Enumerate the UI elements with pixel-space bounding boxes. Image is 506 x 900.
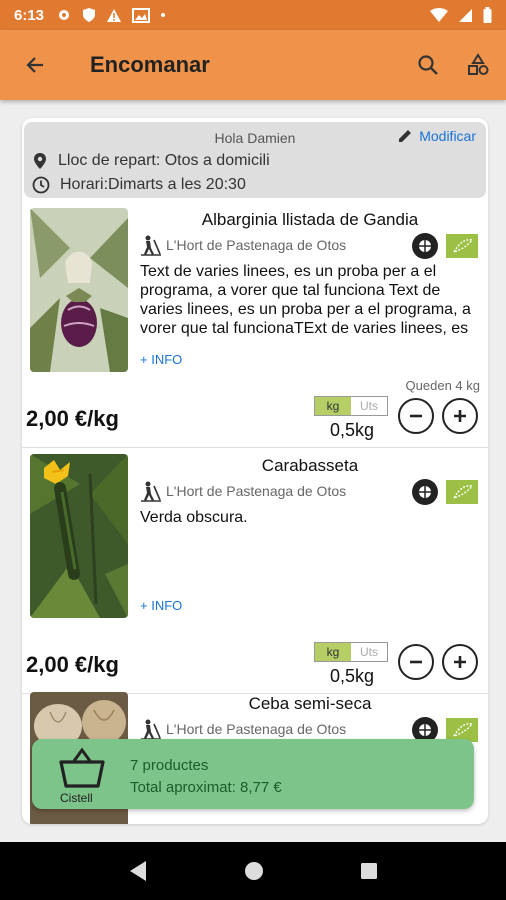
- organic-eu-leaf-icon: [446, 480, 478, 504]
- shield-icon: [83, 8, 96, 22]
- quantity-stepper: [398, 398, 478, 434]
- product-price: 2,00 €/kg: [26, 652, 119, 677]
- decrease-button[interactable]: [398, 398, 434, 434]
- user-info-box: Hola Damien Modificar Lloc de repart: Ot…: [24, 122, 486, 198]
- status-bar: 6:13: [0, 0, 506, 30]
- product-name: Albarginia llistada de Gandia: [201, 210, 419, 229]
- basket-item-count: 7 productes: [130, 757, 209, 774]
- producer-name: L'Hort de Pastenaga de Otos: [166, 721, 347, 737]
- producer: L'Hort de Pastenaga de Otos: [140, 718, 346, 740]
- unit-kg-option[interactable]: kg: [315, 397, 351, 415]
- back-button[interactable]: [0, 30, 70, 100]
- organic-eu-leaf-icon: [446, 234, 478, 258]
- decrease-button[interactable]: [398, 644, 434, 680]
- schedule-row: Horari:Dimarts a les 20:30: [32, 176, 246, 194]
- wifi-icon: [430, 7, 448, 22]
- status-time: 6:13: [14, 6, 45, 24]
- pencil-icon: [399, 130, 412, 142]
- product-photo-zucchini[interactable]: [30, 454, 128, 618]
- system-nav-bar: [0, 842, 506, 900]
- farmer-icon: [141, 481, 161, 502]
- basket-icon: [59, 747, 105, 788]
- edit-label: Modificar: [419, 128, 476, 144]
- plus-icon: [454, 656, 466, 668]
- dot-icon: [161, 13, 166, 17]
- farmer-icon: [141, 719, 161, 740]
- product-name: Ceba semi-seca: [248, 694, 372, 713]
- product-description: Text de varies linees, es un proba per a…: [140, 263, 471, 337]
- producer: L'Hort de Pastenaga de Otos: [140, 480, 346, 502]
- quantity-value: 0,5kg: [329, 666, 375, 686]
- unit-toggle[interactable]: kg Uts: [314, 396, 388, 416]
- search-icon[interactable]: [416, 53, 440, 77]
- schedule: Horari:Dimarts a les 20:30: [60, 176, 246, 193]
- order-card: Hola Damien Modificar Lloc de repart: Ot…: [22, 118, 488, 824]
- farmer-icon: [141, 235, 161, 256]
- warning-icon: [107, 8, 122, 22]
- local-km0-badge-icon: [412, 479, 438, 505]
- basket-total: Total aproximat: 8,77 €: [130, 779, 282, 796]
- settings-icon: [59, 10, 70, 20]
- minus-icon: [410, 660, 422, 664]
- basket-summary[interactable]: Cistell 7 productes Total aproximat: 8,7…: [32, 739, 474, 809]
- minus-icon: [410, 414, 422, 418]
- local-km0-badge-icon: [412, 233, 438, 259]
- edit-button[interactable]: Modificar: [397, 128, 476, 144]
- more-info-link[interactable]: + INFO: [140, 352, 182, 367]
- stock-remaining: Queden 4 kg: [405, 378, 480, 393]
- nav-recents-icon[interactable]: [360, 862, 378, 880]
- unit-kg-option[interactable]: kg: [315, 643, 351, 661]
- product-name: Carabasseta: [261, 456, 359, 475]
- producer-name: L'Hort de Pastenaga de Otos: [166, 483, 347, 499]
- increase-button[interactable]: [442, 398, 478, 434]
- unit-uts-option[interactable]: Uts: [351, 643, 387, 661]
- product-price: 2,00 €/kg: [26, 406, 119, 431]
- product-photo-eggplant[interactable]: [30, 208, 128, 372]
- categories-icon[interactable]: [466, 53, 490, 77]
- product-item: Carabasseta L'Hort de Pastenaga de Otos …: [22, 448, 488, 694]
- basket-label: Cistell: [60, 791, 93, 805]
- location-pin-icon: [34, 153, 46, 169]
- battery-icon: [483, 7, 492, 23]
- delivery-row: Lloc de repart: Otos a domicili: [32, 152, 270, 170]
- producer: L'Hort de Pastenaga de Otos: [140, 234, 346, 256]
- plus-icon: [454, 410, 466, 422]
- product-description: Verda obscura.: [140, 509, 248, 526]
- page-title: Encomanar: [90, 52, 210, 77]
- nav-home-icon[interactable]: [244, 861, 264, 881]
- image-icon: [132, 7, 151, 23]
- arrow-back-icon: [26, 57, 43, 73]
- quantity-stepper: [398, 644, 478, 680]
- more-info-link[interactable]: + INFO: [140, 598, 182, 613]
- product-item: Albarginia llistada de Gandia L'Hort de …: [22, 202, 488, 448]
- delivery-place: Lloc de repart: Otos a domicili: [58, 152, 270, 169]
- increase-button[interactable]: [442, 644, 478, 680]
- nav-back-icon[interactable]: [128, 860, 148, 882]
- clock-icon: [32, 176, 50, 194]
- app-bar: Encomanar: [0, 30, 506, 100]
- quantity-value: 0,5kg: [329, 420, 375, 440]
- unit-uts-option[interactable]: Uts: [351, 397, 387, 415]
- producer-name: L'Hort de Pastenaga de Otos: [166, 237, 347, 253]
- unit-toggle[interactable]: kg Uts: [314, 642, 388, 662]
- signal-icon: [459, 8, 472, 22]
